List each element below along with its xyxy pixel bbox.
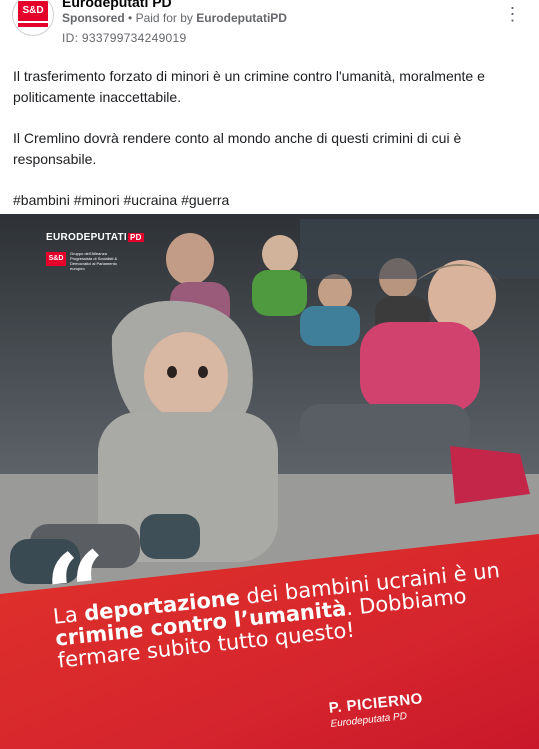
paid-for-prefix: Paid for by <box>135 11 193 25</box>
page-avatar[interactable]: S&D <box>12 0 54 36</box>
post-header: S&D Eurodeputati PD Sponsored • Paid for… <box>0 0 539 52</box>
quote-signature: P. PICIERNO Eurodeputata PD <box>328 690 425 730</box>
quote-text: La deportazione dei bambini ucraini è un… <box>52 558 516 673</box>
quote-block: “ La deportazione dei bambini ucraini è … <box>0 214 539 749</box>
post-body: Il trasferimento forzato di minori è un … <box>13 66 525 211</box>
page-name-link[interactable]: Eurodeputati PD <box>62 0 172 10</box>
ad-id: ID: 933799734249019 <box>62 31 187 45</box>
sponsor-line: Sponsored • Paid for by EurodeputatiPD <box>62 11 287 25</box>
avatar-logo: S&D <box>18 1 48 21</box>
post-hashtags[interactable]: #bambini #minori #ucraina #guerra <box>13 190 525 211</box>
paid-for-name: EurodeputatiPD <box>196 11 287 25</box>
avatar-logo-bar <box>18 23 48 27</box>
post-paragraph-2: Il Cremlino dovrà rendere conto al mondo… <box>13 130 462 167</box>
more-options-icon[interactable]: ⋮ <box>501 5 525 30</box>
sponsor-separator: • <box>128 11 133 25</box>
post-paragraph-1: Il trasferimento forzato di minori è un … <box>13 68 485 105</box>
sponsored-label: Sponsored <box>62 11 125 25</box>
ad-creative-image[interactable]: EURODEPUTATI PD S&D Gruppo dell'Alleanza … <box>0 214 539 749</box>
